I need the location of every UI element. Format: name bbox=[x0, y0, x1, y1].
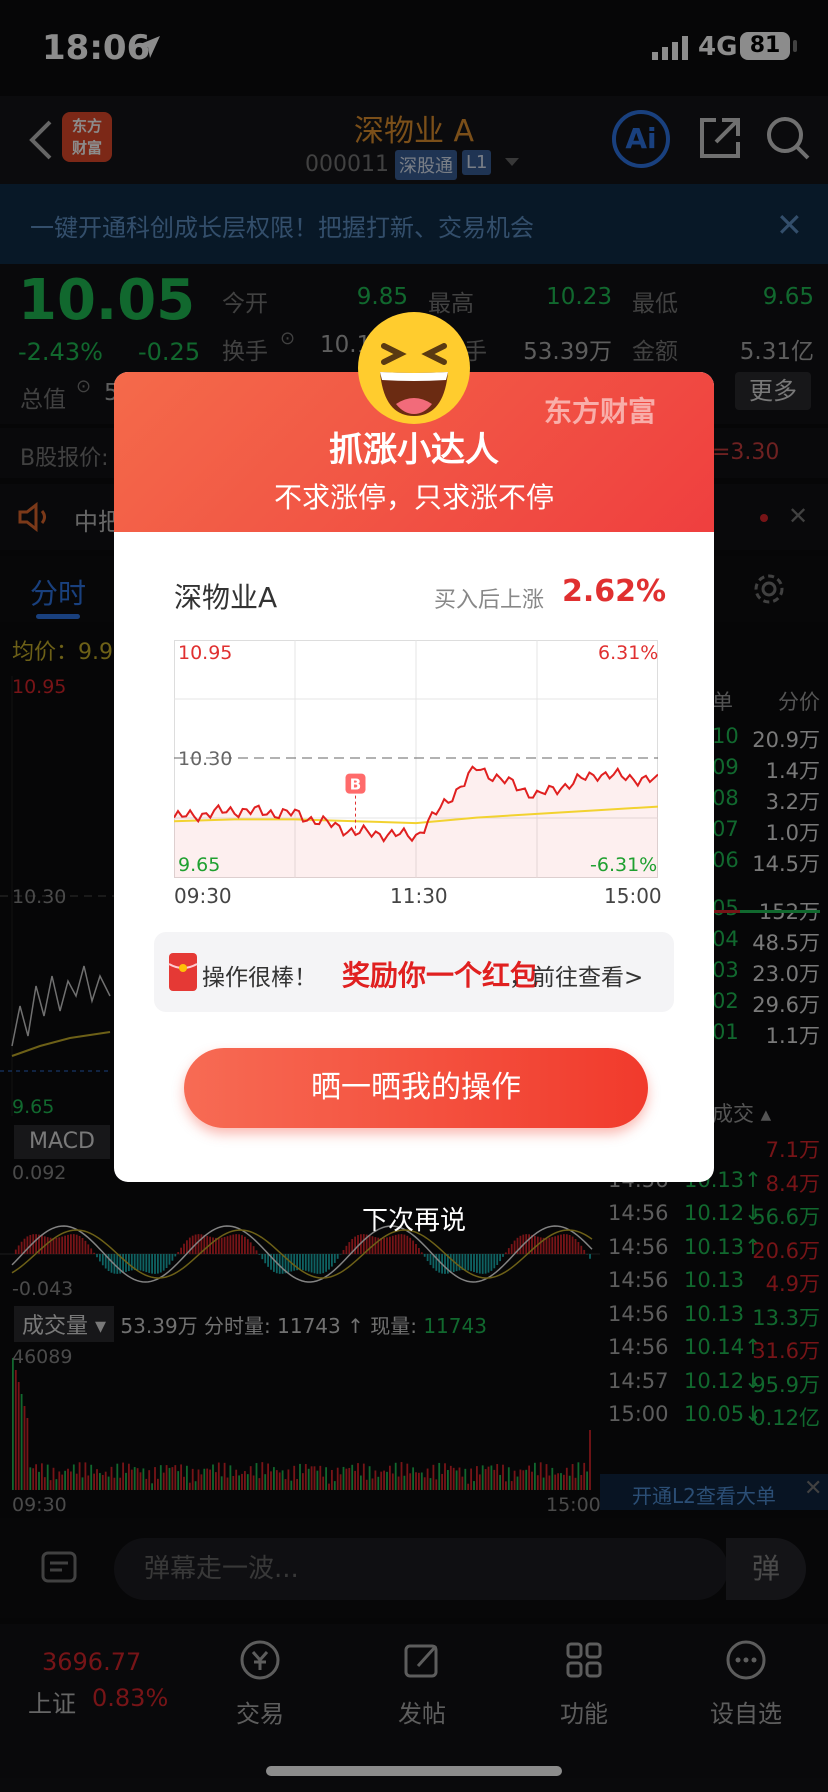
chart-bottom-price: 9.65 bbox=[178, 854, 221, 876]
chart-time-mid: 11:30 bbox=[390, 884, 448, 908]
red-packet-icon bbox=[168, 953, 198, 991]
reward-link[interactable]: ，前往查看> bbox=[509, 958, 643, 992]
chart-mid-price: 10.30 bbox=[178, 748, 233, 770]
app-screen: 18:06 4G 81 东方 财富 深物业 A 000011 深股通 L1 Ai… bbox=[0, 0, 828, 1792]
dismiss-later-button[interactable]: 下次再说 bbox=[300, 1200, 528, 1237]
achievement-modal: 东方财富 抓涨小达人 不求涨停，只求涨不停 深物业A 买入后上涨 2.62% B… bbox=[114, 372, 714, 1182]
buy-marker-label: B bbox=[350, 776, 361, 794]
modal-subtitle: 不求涨停，只求涨不停 bbox=[273, 481, 554, 514]
chart-bottom-percent: -6.31% bbox=[590, 854, 658, 876]
laughing-emoji-icon bbox=[358, 312, 470, 424]
chart-time-start: 09:30 bbox=[174, 884, 232, 908]
chart-top-percent: 6.31% bbox=[598, 642, 659, 664]
modal-intraday-chart: B bbox=[174, 640, 658, 878]
reward-text-1: 操作很棒！ bbox=[202, 965, 317, 991]
modal-stock-name: 深物业A bbox=[174, 581, 278, 614]
reward-row[interactable]: 操作很棒！ 奖励你一个红包 ，前往查看> bbox=[154, 932, 674, 1012]
share-operation-button[interactable]: 晒一晒我的操作 bbox=[184, 1048, 648, 1128]
modal-title: 抓涨小达人 bbox=[329, 430, 499, 470]
chart-time-end: 15:00 bbox=[604, 884, 662, 908]
chart-top-price: 10.95 bbox=[178, 642, 233, 664]
rise-label: 买入后上涨 bbox=[434, 588, 545, 613]
rise-value: 2.62% bbox=[562, 574, 667, 609]
